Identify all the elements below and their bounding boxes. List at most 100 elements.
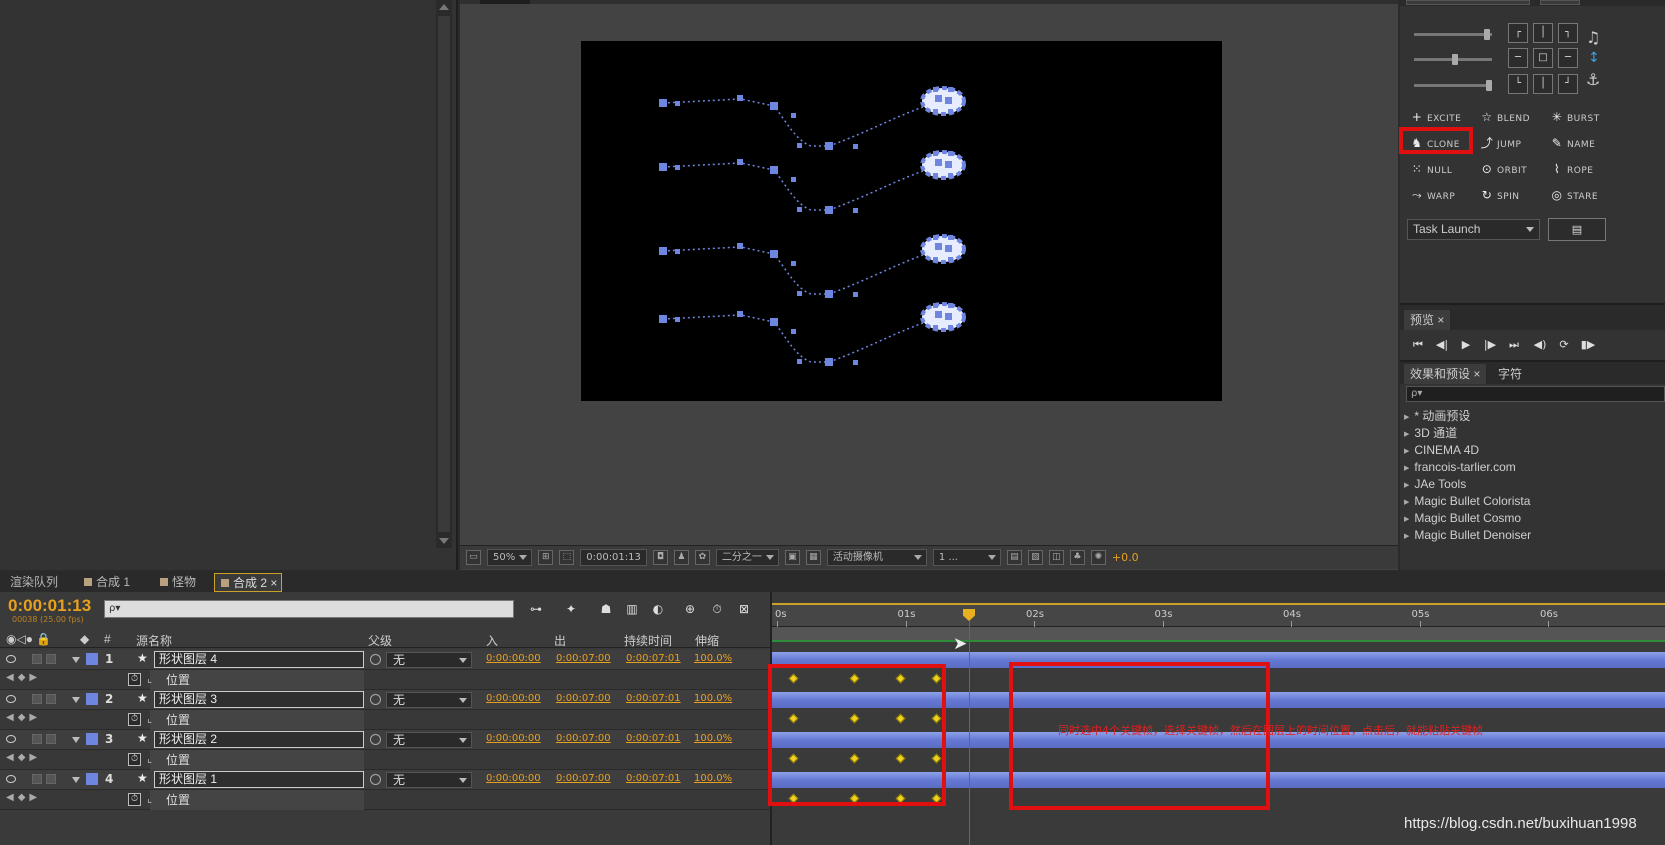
resolution-dropdown[interactable]: 二分之一 [715, 549, 779, 566]
timeline-current-time[interactable]: 0:00:01:13 [8, 596, 91, 616]
eye-icon[interactable] [6, 695, 16, 703]
layer-row[interactable]: 3 ★ 形状图层 2 无 0:00:00:00 0:00:07:00 0:00:07:01 1… [0, 730, 770, 750]
anchor-bottom-left-icon[interactable]: └ [1508, 74, 1528, 94]
expand-triangle-icon[interactable] [72, 657, 80, 663]
flowchart-icon[interactable]: ♣ [1069, 550, 1085, 565]
tab-character[interactable]: 字符 [1492, 364, 1529, 384]
auto-keyframe-icon[interactable]: ⏱ [708, 601, 726, 617]
anchor-top-left-icon[interactable]: ┌ [1508, 23, 1528, 43]
pick-whip-icon[interactable] [370, 694, 381, 705]
property-row-position[interactable]: ◀◆▶ ⏱ ⌞ 位置 [0, 790, 770, 810]
audio-icon[interactable]: ◀) [1532, 338, 1548, 352]
project-scrollbar[interactable] [436, 0, 452, 548]
region-of-interest-icon[interactable]: ▣ [784, 550, 800, 565]
view-layout-dropdown[interactable]: 1 ... [932, 549, 1001, 566]
lock-toggle[interactable] [46, 774, 56, 784]
eye-icon[interactable] [6, 735, 16, 743]
graph-icon[interactable]: ⌞ [147, 792, 152, 805]
effects-category-item[interactable]: Magic Bullet Cosmo [1404, 510, 1521, 526]
tab-preview[interactable]: 预览 × [1404, 310, 1451, 330]
pixel-aspect-icon[interactable]: ▤ [1006, 550, 1022, 565]
layer-row[interactable]: 1 ★ 形状图层 4 无 0:00:00:00 0:00:07:00 0:00:07:01 1… [0, 650, 770, 670]
keyframe-navigator-icon[interactable]: ◀◆▶ [6, 712, 41, 723]
stopwatch-icon[interactable]: ⏱ [128, 673, 141, 686]
solo-toggle[interactable] [32, 694, 42, 704]
lock-toggle[interactable] [46, 694, 56, 704]
solo-toggle[interactable] [32, 734, 42, 744]
effects-search-input[interactable]: ρ▾ [1406, 386, 1665, 402]
camera-snapshot-icon[interactable]: ◘ [652, 550, 668, 565]
parent-dropdown[interactable]: 无 [386, 732, 472, 748]
effects-category-item[interactable]: JAe Tools [1404, 476, 1466, 492]
timeline-search-input[interactable]: ρ▾ [104, 600, 514, 618]
composition-canvas[interactable] [581, 41, 1222, 401]
expand-triangle-icon[interactable] [72, 737, 80, 743]
last-frame-icon[interactable]: ⏭ [1506, 338, 1522, 352]
keyframe-navigator-icon[interactable]: ◀◆▶ [6, 672, 41, 683]
motion-panel-control-2[interactable] [1540, 0, 1580, 5]
layer-name[interactable]: 形状图层 3 [154, 691, 364, 708]
tab-comp-2[interactable]: 合成 2 × [214, 573, 283, 592]
layer-label-color[interactable] [86, 733, 98, 745]
layer-name[interactable]: 形状图层 2 [154, 731, 364, 748]
layer-in-point[interactable]: 0:00:00:00 [486, 733, 541, 744]
current-time-indicator[interactable] [969, 615, 970, 845]
color-channels-icon[interactable]: ✿ [694, 550, 710, 565]
loop-icon[interactable]: ⟳ [1556, 338, 1572, 352]
show-snapshot-icon[interactable]: ♟ [673, 550, 689, 565]
frame-blending-icon[interactable]: ▥ [623, 601, 641, 617]
title-safe-icon[interactable]: ⊞ [538, 550, 554, 565]
jump-button[interactable]: ⤴ JUMP [1480, 134, 1550, 152]
burst-button[interactable]: ✳ BURST [1550, 108, 1620, 126]
layer-in-point[interactable]: 0:00:00:00 [486, 653, 541, 664]
layer-in-point[interactable]: 0:00:00:00 [486, 773, 541, 784]
anchor-top-icon[interactable]: │ [1533, 23, 1553, 43]
timeline-toggle-icon[interactable]: ◫ [1048, 550, 1064, 565]
warp-button[interactable]: ⤳ WARP [1410, 186, 1480, 204]
lock-toggle[interactable] [46, 734, 56, 744]
always-preview-icon[interactable]: ▭ [466, 550, 481, 565]
effects-category-item[interactable]: 3D 通道 [1404, 425, 1457, 441]
graph-icon[interactable]: ⌞ [147, 752, 152, 765]
stopwatch-icon[interactable]: ⏱ [128, 753, 141, 766]
property-row-position[interactable]: ◀◆▶ ⏱ ⌞ 位置 [0, 670, 770, 690]
blend-button[interactable]: ☆ BLEND [1480, 108, 1550, 126]
next-frame-icon[interactable]: |▶ [1482, 338, 1498, 352]
keyframe-navigator-icon[interactable]: ◀◆▶ [6, 752, 41, 763]
name-button[interactable]: ✎ NAME [1550, 134, 1620, 152]
stopwatch-icon[interactable]: ⏱ [128, 713, 141, 726]
time-navigator[interactable] [772, 595, 1665, 605]
effects-category-item[interactable]: * 动画预设 [1404, 408, 1470, 424]
layer-name[interactable]: 形状图层 1 [154, 771, 364, 788]
orbit-button[interactable]: ⊙ ORBIT [1480, 160, 1550, 178]
lock-toggle[interactable] [46, 654, 56, 664]
brainstorm-icon[interactable]: ⊕ [681, 601, 699, 617]
first-frame-icon[interactable]: ⏮ [1410, 338, 1426, 352]
task-launch-button[interactable]: ▤ [1548, 218, 1606, 241]
anchor-top-right-icon[interactable]: ┐ [1558, 23, 1578, 43]
property-row-position[interactable]: ◀◆▶ ⏱ ⌞ 位置 [0, 710, 770, 730]
layer-duration[interactable]: 0:00:07:01 [626, 653, 681, 664]
layer-row[interactable]: 4 ★ 形状图层 1 无 0:00:00:00 0:00:07:00 0:00:07:01 1… [0, 770, 770, 790]
layer-out-point[interactable]: 0:00:07:00 [556, 693, 611, 704]
shy-layers-icon[interactable]: ☗ [597, 601, 615, 617]
task-launch-dropdown[interactable]: Task Launch [1407, 219, 1540, 240]
current-time-field[interactable]: 0:00:01:13 [580, 549, 647, 566]
layer-label-color[interactable] [86, 693, 98, 705]
draft-3d-icon[interactable]: ✦ [562, 601, 580, 617]
slider-2[interactable] [1414, 54, 1492, 65]
pick-whip-icon[interactable] [370, 734, 381, 745]
mask-toggle-icon[interactable]: ⬚ [559, 550, 575, 565]
layer-stretch[interactable]: 100.0% [694, 693, 732, 704]
ram-preview-icon[interactable]: ▮▶ [1580, 338, 1596, 352]
layer-label-color[interactable] [86, 653, 98, 665]
layer-out-point[interactable]: 0:00:07:00 [556, 733, 611, 744]
exposure-icon[interactable]: ✺ [1090, 550, 1106, 565]
slider-3[interactable] [1414, 80, 1492, 91]
layer-stretch[interactable]: 100.0% [694, 653, 732, 664]
scroll-up-icon[interactable] [439, 4, 449, 10]
property-row-position[interactable]: ◀◆▶ ⏱ ⌞ 位置 [0, 750, 770, 770]
effects-category-item[interactable]: CINEMA 4D [1404, 442, 1479, 458]
slider-1[interactable] [1414, 29, 1492, 40]
effects-category-item[interactable]: Magic Bullet Denoiser [1404, 527, 1531, 543]
